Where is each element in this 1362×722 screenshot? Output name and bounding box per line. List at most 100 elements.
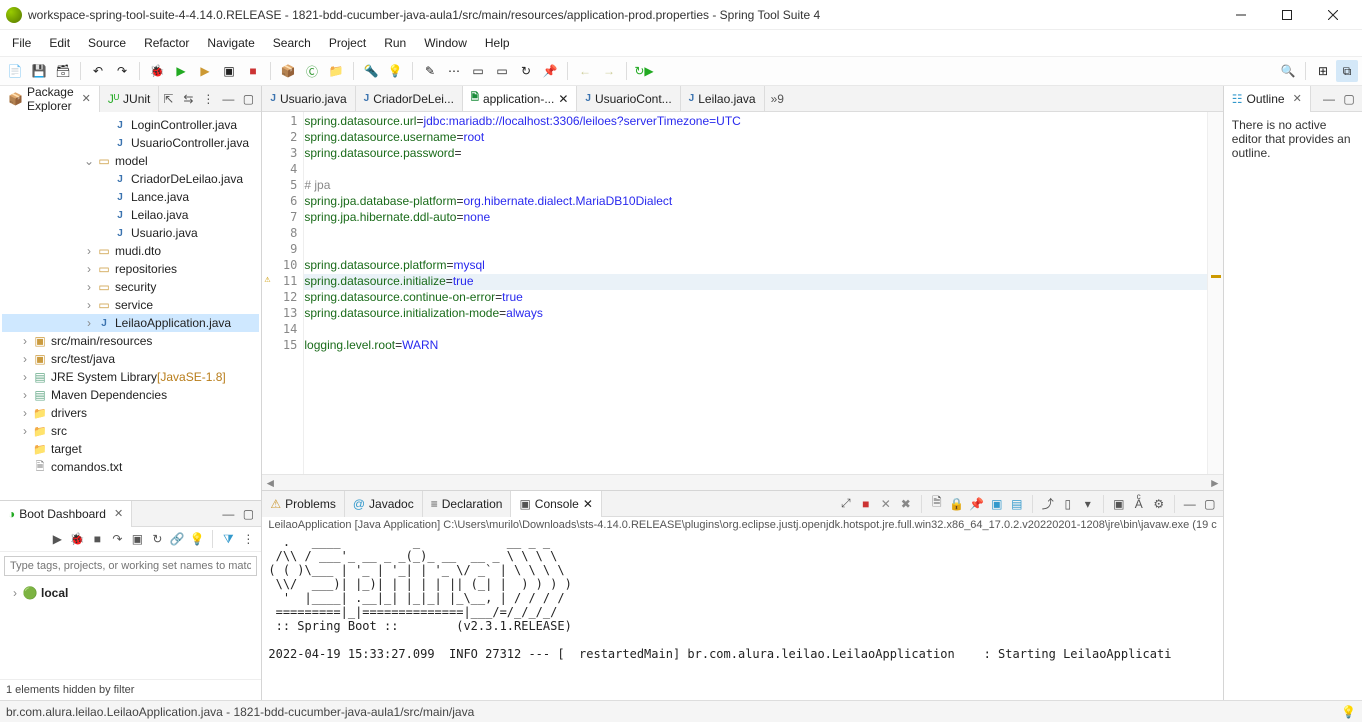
search-button[interactable]: 🔦 — [360, 60, 382, 82]
boot-console-button[interactable]: ▣ — [128, 530, 146, 548]
code-line[interactable] — [304, 162, 1206, 178]
twisty-icon[interactable]: › — [18, 424, 32, 438]
bottom-tab-console[interactable]: ▣Console✕ — [511, 491, 601, 517]
collapse-all-button[interactable]: ⇱ — [159, 90, 177, 108]
tree-item[interactable]: ›security — [2, 278, 259, 296]
boot-stop-button[interactable]: ■ — [88, 530, 106, 548]
close-icon[interactable]: ✕ — [583, 497, 593, 511]
toggle-mark-button[interactable]: ✎ — [419, 60, 441, 82]
console-output[interactable]: . ____ _ __ _ _ /\\ / ___'_ __ _ _(_)_ _… — [262, 533, 1222, 700]
min-button[interactable]: — — [1181, 495, 1199, 513]
maximize-view-button[interactable]: ▢ — [239, 90, 257, 108]
menu-navigate[interactable]: Navigate — [199, 32, 262, 54]
code-line[interactable]: spring.datasource.initialization-mode=al… — [304, 306, 1206, 322]
twisty-icon[interactable]: › — [18, 370, 32, 384]
code-line[interactable]: spring.datasource.initialize=true — [304, 274, 1206, 290]
remove-launch-button[interactable]: ✖ — [897, 495, 915, 513]
open-type-button[interactable]: 💡 — [384, 60, 406, 82]
maximize-view-button[interactable]: ▢ — [239, 505, 257, 523]
ansi-button[interactable]: Aͨ — [1130, 495, 1148, 513]
new-folder-button[interactable]: 📁 — [325, 60, 347, 82]
code-line[interactable]: # jpa — [304, 178, 1206, 194]
tab-package-explorer[interactable]: 📦 Package Explorer ✕ — [0, 86, 100, 112]
twisty-icon[interactable]: › — [82, 280, 96, 294]
boot-open-button[interactable]: ↷ — [108, 530, 126, 548]
clear-console-button[interactable]: 🗎 — [928, 495, 946, 513]
back-button[interactable]: ← — [574, 60, 596, 82]
tree-item[interactable]: LoginController.java — [2, 116, 259, 134]
editor-tab[interactable]: JUsuario.java — [262, 86, 355, 112]
menu-edit[interactable]: Edit — [41, 32, 78, 54]
minimize-view-button[interactable]: — — [219, 505, 237, 523]
boot-refresh-button[interactable]: ↻ — [148, 530, 166, 548]
run-config-button[interactable]: ▶ — [194, 60, 216, 82]
quick-access-button[interactable]: 🔍 — [1277, 60, 1299, 82]
boot-filter-input[interactable] — [4, 556, 257, 576]
menu-file[interactable]: File — [4, 32, 39, 54]
close-button[interactable] — [1310, 0, 1356, 30]
boot-debug-button[interactable]: 🐞 — [68, 530, 86, 548]
twisty-icon[interactable]: › — [82, 262, 96, 276]
forward-button[interactable]: → — [598, 60, 620, 82]
tree-item[interactable]: Lance.java — [2, 188, 259, 206]
link-editor-button[interactable]: ⇆ — [179, 90, 197, 108]
tab-boot-dashboard[interactable]: ◑ Boot Dashboard ✕ — [0, 501, 132, 527]
minimize-view-button[interactable]: — — [1320, 90, 1338, 108]
package-explorer-tree[interactable]: LoginController.javaUsuarioController.ja… — [0, 112, 261, 500]
menu-window[interactable]: Window — [416, 32, 475, 54]
bottom-tab-problems[interactable]: ⚠Problems — [262, 491, 344, 517]
code-line[interactable]: spring.datasource.continue-on-error=true — [304, 290, 1206, 306]
tip-icon[interactable]: 💡 — [1341, 705, 1356, 719]
terminate-button[interactable]: ■ — [857, 495, 875, 513]
boot-local-node[interactable]: › 🟢 local — [8, 584, 253, 602]
editor-tab[interactable]: 🗎application-...✕ — [463, 86, 577, 112]
code-line[interactable]: spring.datasource.username=root — [304, 130, 1206, 146]
boot-menu-button[interactable]: ⋮ — [239, 530, 257, 548]
tab-outline[interactable]: ☷ Outline ✕ — [1224, 86, 1311, 112]
monitor-button[interactable]: ▣ — [1110, 495, 1128, 513]
twisty-icon[interactable]: › — [82, 316, 96, 330]
twisty-icon[interactable]: › — [82, 244, 96, 258]
twisty-icon[interactable]: › — [18, 388, 32, 402]
java-perspective-button[interactable]: ⧉ — [1336, 60, 1358, 82]
boot-start-button[interactable]: ▶ — [48, 530, 66, 548]
code-line[interactable] — [304, 322, 1206, 338]
menu-refactor[interactable]: Refactor — [136, 32, 197, 54]
scroll-right-button[interactable]: ► — [1207, 476, 1223, 490]
re-run-button[interactable]: ↻▶ — [633, 60, 655, 82]
code-line[interactable] — [304, 242, 1206, 258]
menu-project[interactable]: Project — [321, 32, 374, 54]
tree-item[interactable]: ›JRE System Library [JavaSE-1.8] — [2, 368, 259, 386]
twisty-icon[interactable]: ⌄ — [82, 154, 96, 168]
new-console-button[interactable]: ⤴ — [1039, 495, 1057, 513]
tree-item[interactable]: ›Maven Dependencies — [2, 386, 259, 404]
code-line[interactable] — [304, 226, 1206, 242]
open-console-button[interactable]: ▤ — [1008, 495, 1026, 513]
tree-item[interactable]: ›LeilaoApplication.java — [2, 314, 259, 332]
minimize-button[interactable] — [1218, 0, 1264, 30]
tree-item[interactable]: ›src/test/java — [2, 350, 259, 368]
editor-tab[interactable]: JCriadorDeLei... — [356, 86, 463, 112]
code-line[interactable]: spring.jpa.database-platform=org.hiberna… — [304, 194, 1206, 210]
tree-item[interactable]: CriadorDeLeilao.java — [2, 170, 259, 188]
select-button[interactable]: ▾ — [1079, 495, 1097, 513]
rect2-button[interactable]: ▭ — [491, 60, 513, 82]
minimize-view-button[interactable]: — — [219, 90, 237, 108]
max-button[interactable]: ▢ — [1201, 495, 1219, 513]
save-all-button[interactable]: 🗃 — [52, 60, 74, 82]
view-menu-button[interactable]: ⋮ — [199, 90, 217, 108]
code-line[interactable]: spring.datasource.platform=mysql — [304, 258, 1206, 274]
close-icon[interactable]: ✕ — [110, 507, 123, 520]
tree-item[interactable]: comandos.txt — [2, 458, 259, 476]
pin-console-button[interactable]: 📌 — [968, 495, 986, 513]
code-line[interactable]: spring.datasource.url=jdbc:mariadb://loc… — [304, 114, 1206, 130]
tree-item[interactable]: Leilao.java — [2, 206, 259, 224]
display-button[interactable]: ▯ — [1059, 495, 1077, 513]
tree-item[interactable]: ›src/main/resources — [2, 332, 259, 350]
twisty-icon[interactable]: › — [82, 298, 96, 312]
show-console-button[interactable]: ▣ — [988, 495, 1006, 513]
warning-mark[interactable] — [1211, 275, 1221, 278]
boot-tips-button[interactable]: 💡 — [188, 530, 206, 548]
twisty-icon[interactable]: › — [18, 334, 32, 348]
code-line[interactable]: logging.level.root=WARN — [304, 338, 1206, 354]
